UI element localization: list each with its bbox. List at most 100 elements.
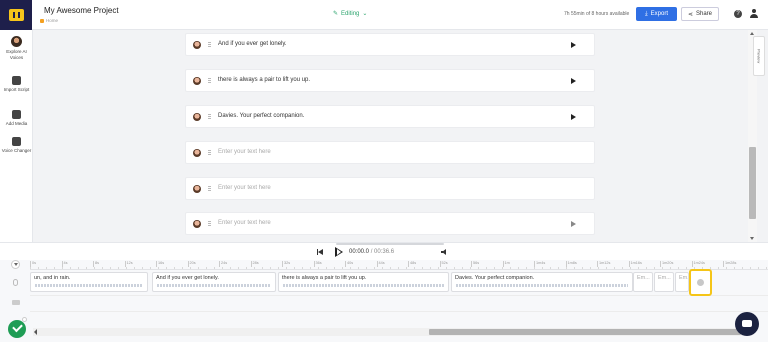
share-icon: ⋖ [687,11,693,18]
pencil-icon: ✎ [333,11,339,17]
import-icon [12,76,21,85]
time-remaining: 7h 55min of 8 hours available [564,11,630,17]
video-track-icon [12,300,20,305]
playback-time: 00:00.0 / 00:36.6 [349,249,394,255]
voice-avatar-icon[interactable] [193,185,201,193]
project-title[interactable]: My Awesome Project [44,6,119,15]
script-row[interactable]: Enter your text here [185,177,595,200]
horizontal-scrollbar[interactable] [33,328,748,336]
drag-handle-icon[interactable] [208,42,211,48]
script-row[interactable]: Davies. Your perfect companion. [185,105,595,128]
voice-avatar-icon[interactable] [193,77,201,85]
sidebar-item-explore-voices[interactable]: Explore AI Voices [0,36,33,60]
script-row-text[interactable]: there is always a pair to lift you up. [218,77,310,83]
voice-changer-icon [12,137,21,146]
sidebar-item-add-media[interactable]: Add Media [0,110,33,127]
drag-handle-icon[interactable] [208,114,211,120]
export-button[interactable]: ⤓ Export [636,7,677,21]
voice-avatar-icon[interactable] [193,220,201,228]
sidebar-item-import-script[interactable]: Import Script [0,76,33,93]
chevron-down-icon: ⌄ [362,11,368,17]
timeline-clip[interactable]: Em... [654,272,674,292]
volume-icon[interactable] [441,249,448,255]
breadcrumb[interactable]: Home [40,18,58,23]
timeline-clip[interactable]: un, and in rain. [30,272,148,292]
app-logo[interactable] [0,0,32,30]
script-row[interactable]: Enter your text here [185,141,595,164]
timeline-tick-label: 8s [93,261,100,267]
media-track[interactable] [30,295,768,312]
scroll-up-icon[interactable] [750,32,754,35]
timeline-tick-label: 28s [250,261,259,267]
sidebar-item-label: Explore AI Voices [6,49,27,60]
timeline-clip[interactable]: Davies. Your perfect companion. [451,272,633,292]
timeline-tick-label: 36s [313,261,322,267]
sidebar-item-voice-changer[interactable]: Voice Changer [0,137,33,154]
share-label: Share [696,11,713,17]
voice-avatar-icon[interactable] [193,41,201,49]
breadcrumb-home[interactable]: Home [46,18,58,23]
timeline-clip[interactable]: Em... [633,272,653,292]
drag-handle-icon[interactable] [208,78,211,84]
user-icon[interactable] [750,9,758,18]
export-label: Export [650,11,668,17]
script-row-text[interactable]: And if you ever get lonely. [218,41,287,47]
scrollbar-thumb[interactable] [429,329,741,335]
editing-mode-label: Editing [341,10,360,17]
editing-mode-dropdown[interactable]: ✎ Editing ⌄ [333,10,368,18]
sidebar-item-label: Add Media [5,121,28,126]
timeline-clip[interactable]: there is always a pair to lift you up. [278,272,449,292]
playback-progress[interactable] [336,243,444,245]
share-button[interactable]: ⋖ Share [681,7,719,21]
script-row[interactable]: And if you ever get lonely. [185,33,595,56]
timeline-tick-label: 32s [282,261,291,267]
timeline-tick-label: 48s [408,261,417,267]
sidebar-item-label: Import Script [3,87,30,92]
script-row-input[interactable]: Enter your text here [218,185,271,191]
collapse-timeline-icon[interactable] [11,260,20,269]
add-clip-button[interactable] [689,269,712,296]
script-row[interactable]: Enter your text here [185,212,595,235]
timeline-tick-label: 20s [187,261,196,267]
timeline-clip[interactable]: And if you ever get lonely. [152,272,276,292]
download-icon: ⤓ [645,10,648,17]
script-row-input[interactable]: Enter your text here [218,220,271,226]
preview-tab-label: Preview [756,48,762,64]
scroll-down-icon[interactable] [750,237,754,240]
checklist-icon[interactable] [8,320,26,338]
timeline-tick-label: 4s [61,261,68,267]
timeline-ruler[interactable]: 0s 4s 8s 12s 16s 20s 24s 28s 32s 36s 40s 44s 48s 52s 5… [30,260,768,270]
play-icon[interactable] [571,221,576,227]
notification-badge [22,317,27,322]
play-button-icon[interactable] [335,247,343,257]
drag-handle-icon[interactable] [208,221,211,227]
play-icon[interactable] [571,78,576,84]
media-icon [12,110,21,119]
home-icon [40,18,44,23]
drag-handle-icon[interactable] [208,150,211,156]
timeline-tick-label: 1m [502,261,510,267]
scroll-left-icon[interactable] [34,329,37,335]
script-row-text[interactable]: Davies. Your perfect companion. [218,113,304,119]
script-editor: And if you ever get lonely. there is alw… [33,30,748,242]
voice-avatar-icon[interactable] [193,113,201,121]
logo-icon [8,9,24,21]
timeline-tick-label: 16s [156,261,165,267]
drag-handle-icon[interactable] [208,186,211,192]
timeline-tick-label: 1m4s [534,261,546,267]
skip-back-icon[interactable] [317,249,323,255]
timeline-tick-label: 56s [471,261,480,267]
timeline-tick-label: 1m20s [660,261,674,267]
play-icon[interactable] [571,114,576,120]
voice-avatar-icon [11,36,22,47]
timeline-clip[interactable]: Em... [675,272,689,292]
script-row-input[interactable]: Enter your text here [218,149,271,155]
help-icon[interactable]: ? [734,10,742,18]
preview-tab[interactable]: Preview [753,36,765,76]
timeline-tick-label: 1m12s [597,261,611,267]
voice-avatar-icon[interactable] [193,149,201,157]
chat-icon[interactable] [735,312,759,336]
script-row[interactable]: there is always a pair to lift you up. [185,69,595,92]
play-icon[interactable] [571,42,576,48]
scrollbar-thumb[interactable] [749,147,756,219]
